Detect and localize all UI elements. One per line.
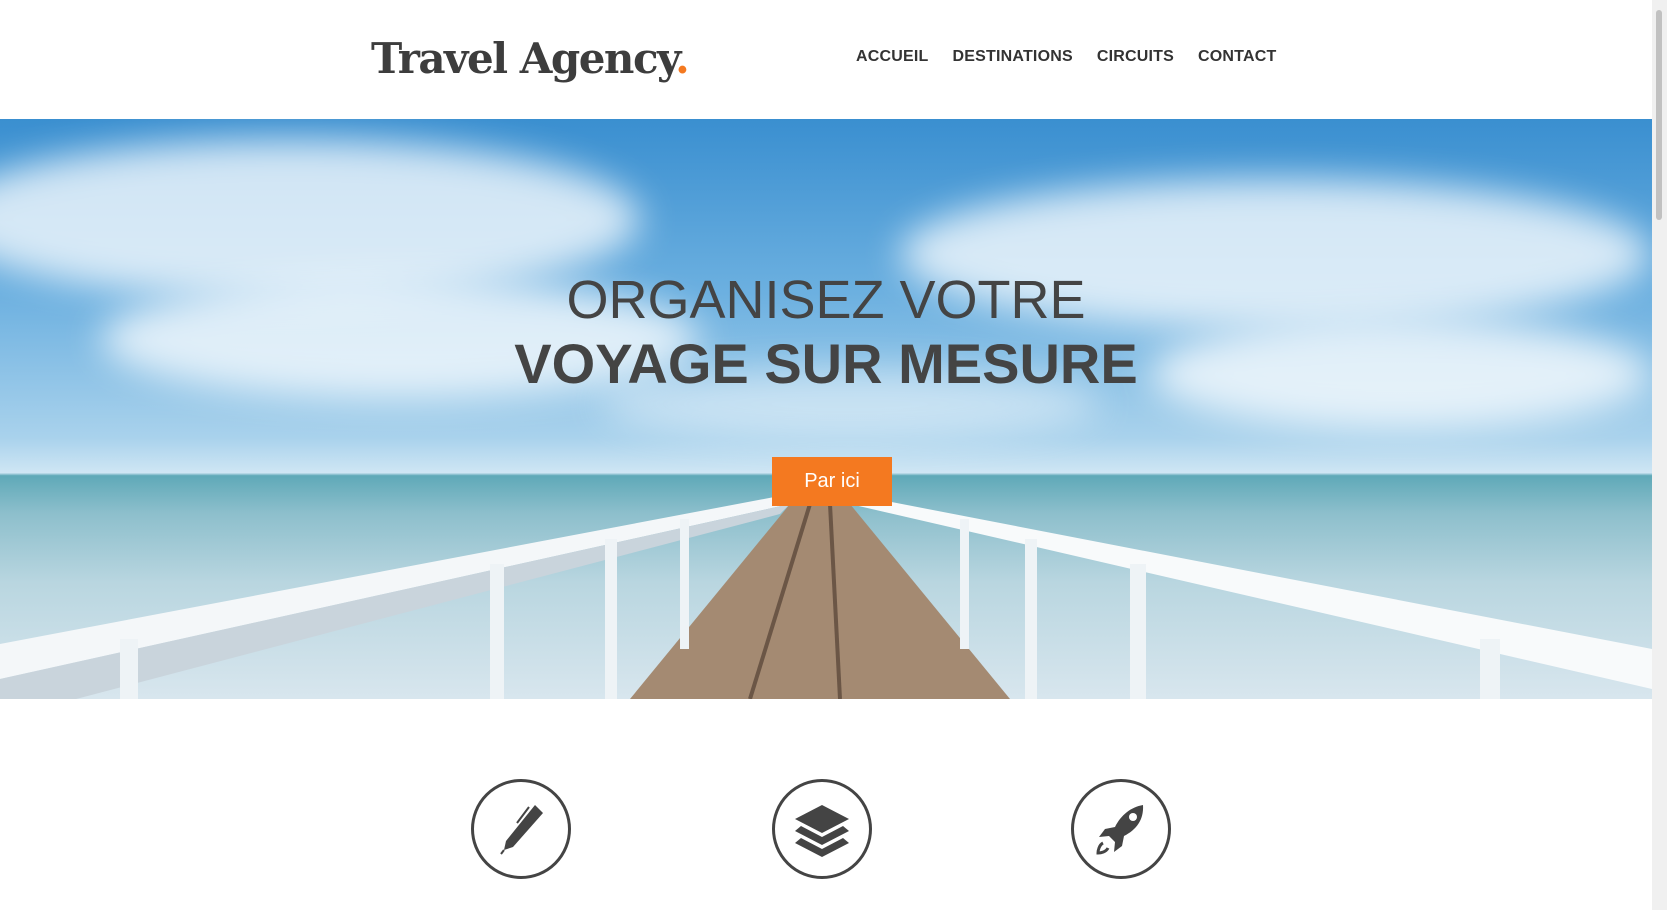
- main-nav: ACCUEIL DESTINATIONS CIRCUITS CONTACT: [856, 48, 1276, 66]
- par-ici-button[interactable]: Par ici: [772, 457, 892, 506]
- nav-contact[interactable]: CONTACT: [1198, 48, 1276, 66]
- scrollbar-thumb[interactable]: [1656, 10, 1662, 220]
- logo-text: Travel Agency: [371, 34, 677, 83]
- feature-pencil: [471, 779, 571, 879]
- nav-circuits[interactable]: CIRCUITS: [1097, 48, 1174, 66]
- pencil-icon: [500, 805, 543, 855]
- scrollbar[interactable]: [1652, 0, 1667, 910]
- logo-dot: .: [675, 34, 690, 83]
- site-header: Travel Agency. ACCUEIL DESTINATIONS CIRC…: [0, 0, 1652, 119]
- pier-image: [0, 494, 1652, 699]
- nav-destinations[interactable]: DESTINATIONS: [953, 48, 1073, 66]
- hero-banner: ORGANISEZ VOTRE VOYAGE SUR MESURE Par ic…: [0, 119, 1652, 699]
- feature-layers: [772, 779, 872, 879]
- layers-icon: [795, 805, 849, 857]
- nav-accueil[interactable]: ACCUEIL: [856, 48, 929, 66]
- hero-title-line2: VOYAGE SUR MESURE: [514, 332, 1138, 395]
- hero-title-line1: ORGANISEZ VOTRE: [566, 270, 1086, 330]
- feature-rocket: [1071, 779, 1171, 879]
- rocket-icon: [1096, 805, 1144, 855]
- logo[interactable]: Travel Agency.: [371, 34, 690, 83]
